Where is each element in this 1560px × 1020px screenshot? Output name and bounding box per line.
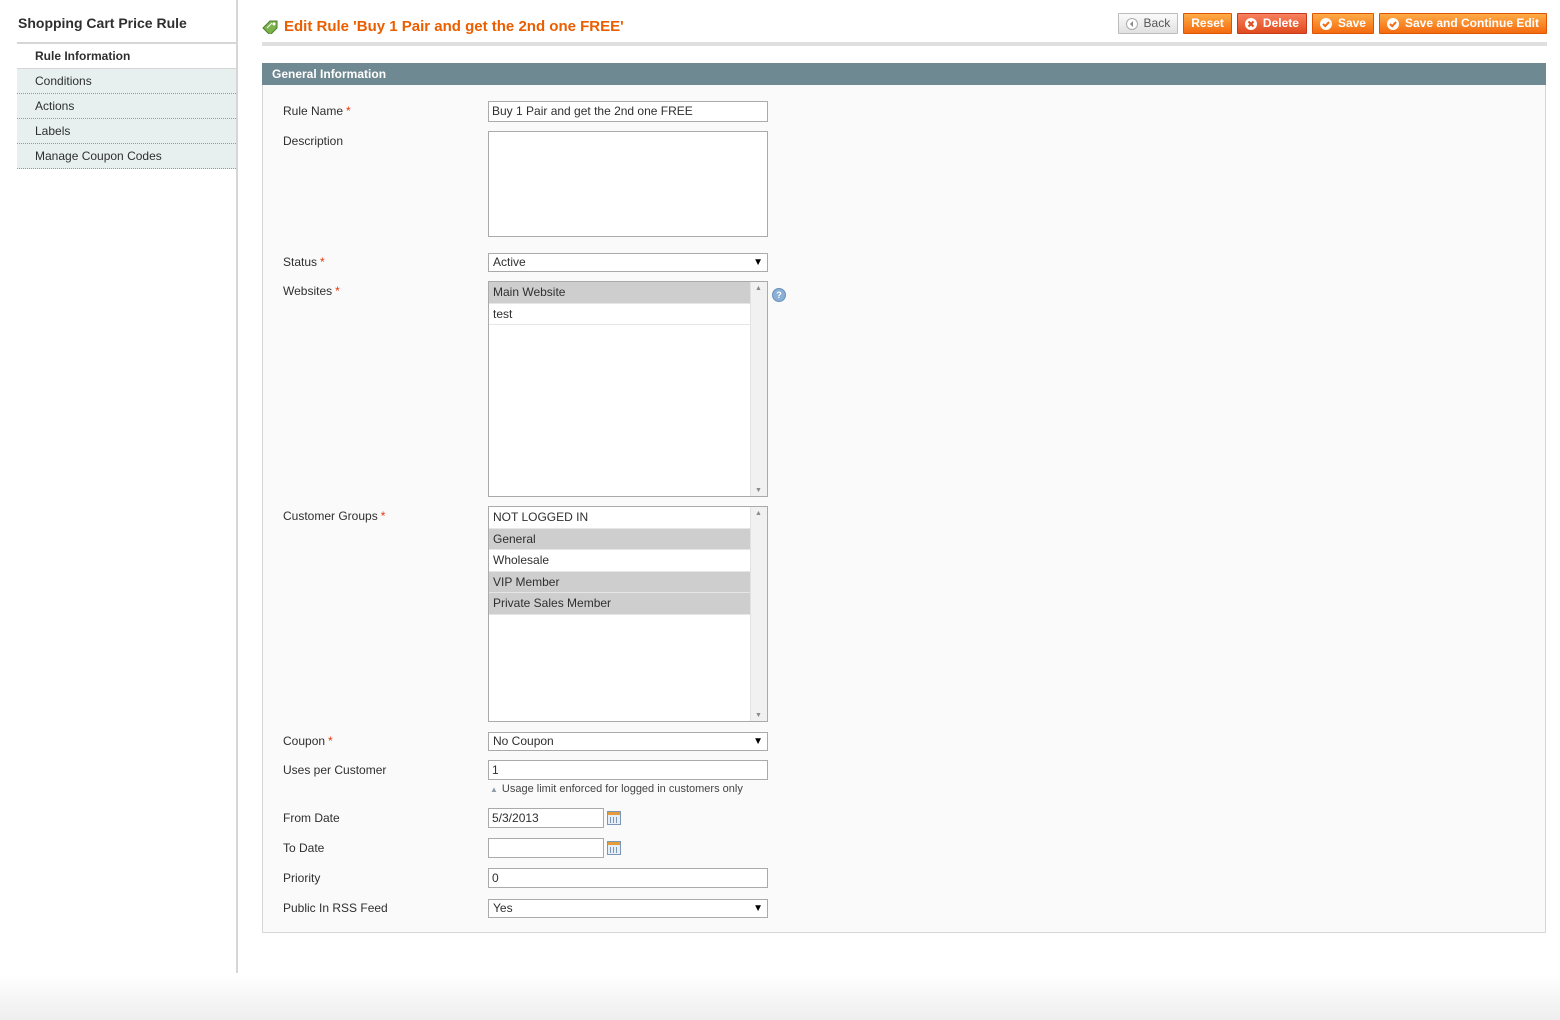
public-rss-feed-value: Yes — [493, 901, 513, 915]
tab-rule-information[interactable]: Rule Information — [17, 44, 236, 69]
save-button[interactable]: Save — [1311, 13, 1374, 34]
status-select[interactable]: Active ▼ — [488, 253, 768, 272]
uses-per-customer-note-text: Usage limit enforced for logged in custo… — [501, 783, 743, 795]
section-header: General Information — [262, 63, 1546, 85]
tab-actions[interactable]: Actions — [17, 94, 236, 119]
customer-groups-label: Customer Groups * — [283, 509, 385, 523]
scroll-down-arrow-icon[interactable]: ▼ — [755, 712, 762, 719]
save-button-label: Save — [1337, 16, 1366, 30]
customer-groups-multiselect[interactable]: NOT LOGGED IN General Wholesale VIP Memb… — [488, 506, 768, 722]
websites-option[interactable]: test — [489, 304, 751, 325]
customer-groups-scrollbar[interactable]: ▲ ▼ — [750, 507, 767, 721]
coupon-label: Coupon * — [283, 734, 333, 748]
required-marker: * — [328, 734, 333, 748]
from-date-label: From Date — [283, 811, 340, 825]
priority-label: Priority — [283, 871, 321, 885]
uses-per-customer-label: Uses per Customer — [283, 763, 387, 777]
required-marker: * — [320, 255, 325, 269]
page-title-row: Edit Rule 'Buy 1 Pair and get the 2nd on… — [262, 18, 624, 35]
check-icon — [1319, 17, 1332, 30]
status-label: Status * — [283, 255, 325, 269]
rule-name-label-text: Rule Name — [283, 104, 344, 118]
edit-tag-icon — [262, 20, 278, 34]
page-title: Edit Rule 'Buy 1 Pair and get the 2nd on… — [284, 18, 624, 35]
websites-multiselect[interactable]: Main Website test ▲ ▼ — [488, 281, 768, 497]
websites-option[interactable]: Main Website — [489, 282, 751, 304]
public-rss-feed-label: Public In RSS Feed — [283, 901, 388, 915]
scroll-down-arrow-icon[interactable]: ▼ — [755, 487, 762, 494]
check-icon — [1386, 17, 1399, 30]
calendar-icon[interactable] — [607, 841, 621, 855]
status-label-text: Status — [283, 255, 318, 269]
to-date-label: To Date — [283, 841, 325, 855]
save-and-continue-button[interactable]: Save and Continue Edit — [1378, 13, 1547, 34]
action-buttons: Back Reset Delete Save Save and Continue… — [1117, 13, 1547, 34]
customer-group-option[interactable]: NOT LOGGED IN — [489, 507, 751, 529]
scroll-up-arrow-icon[interactable]: ▲ — [755, 510, 762, 517]
content-header: Edit Rule 'Buy 1 Pair and get the 2nd on… — [262, 8, 1547, 46]
customer-group-option[interactable]: VIP Member — [489, 571, 751, 593]
sidebar-tabs: Rule Information Conditions Actions Labe… — [17, 44, 236, 169]
customer-group-option[interactable]: General — [489, 528, 751, 550]
uses-per-customer-input[interactable]: 1 — [488, 760, 768, 780]
delete-button-label: Delete — [1262, 16, 1299, 30]
required-marker: * — [335, 284, 340, 298]
reset-button-label: Reset — [1191, 16, 1224, 30]
from-date-input[interactable]: 5/3/2013 — [488, 808, 604, 828]
dropdown-arrow-icon: ▼ — [753, 257, 763, 268]
rule-name-input[interactable]: Buy 1 Pair and get the 2nd one FREE — [488, 101, 768, 122]
tab-labels[interactable]: Labels — [17, 119, 236, 144]
dropdown-arrow-icon: ▼ — [753, 736, 763, 747]
delete-button[interactable]: Delete — [1236, 13, 1307, 34]
footer-band — [0, 975, 1560, 1020]
customer-group-option[interactable]: Private Sales Member — [489, 593, 751, 615]
websites-scrollbar[interactable]: ▲ ▼ — [750, 282, 767, 496]
websites-label-text: Websites — [283, 284, 333, 298]
required-marker: * — [380, 509, 386, 523]
note-triangle-icon: ▲ — [490, 785, 498, 794]
description-textarea[interactable] — [488, 131, 768, 237]
calendar-icon[interactable] — [607, 811, 621, 825]
required-marker: * — [346, 104, 351, 118]
tab-conditions[interactable]: Conditions — [17, 69, 236, 94]
back-arrow-icon — [1125, 17, 1138, 30]
back-button-label: Back — [1143, 16, 1171, 30]
reset-button[interactable]: Reset — [1183, 13, 1232, 34]
dropdown-arrow-icon: ▼ — [753, 903, 763, 914]
websites-label: Websites * — [283, 284, 340, 298]
to-date-input[interactable] — [488, 838, 604, 858]
public-rss-feed-select[interactable]: Yes ▼ — [488, 899, 768, 918]
description-label: Description — [283, 134, 344, 148]
rule-name-label: Rule Name * — [283, 104, 351, 118]
priority-input[interactable]: 0 — [488, 868, 768, 888]
uses-per-customer-note: ▲ Usage limit enforced for logged in cust… — [490, 783, 743, 795]
help-icon[interactable]: ? — [772, 288, 786, 302]
back-button[interactable]: Back — [1117, 13, 1179, 34]
customer-groups-label-text: Customer Groups — [283, 509, 378, 523]
tab-manage-coupon-codes[interactable]: Manage Coupon Codes — [17, 144, 236, 169]
coupon-select[interactable]: No Coupon ▼ — [488, 732, 768, 751]
scroll-up-arrow-icon[interactable]: ▲ — [755, 285, 762, 292]
general-information-fieldset — [262, 85, 1546, 933]
save-and-continue-button-label: Save and Continue Edit — [1404, 16, 1539, 30]
coupon-label-text: Coupon — [283, 734, 326, 748]
sidebar: Shopping Cart Price Rule Rule Informatio… — [0, 0, 238, 973]
delete-x-icon — [1244, 17, 1257, 30]
sidebar-title: Shopping Cart Price Rule — [18, 15, 187, 31]
coupon-select-value: No Coupon — [493, 734, 554, 748]
status-select-value: Active — [493, 255, 526, 269]
customer-group-option[interactable]: Wholesale — [489, 550, 751, 572]
